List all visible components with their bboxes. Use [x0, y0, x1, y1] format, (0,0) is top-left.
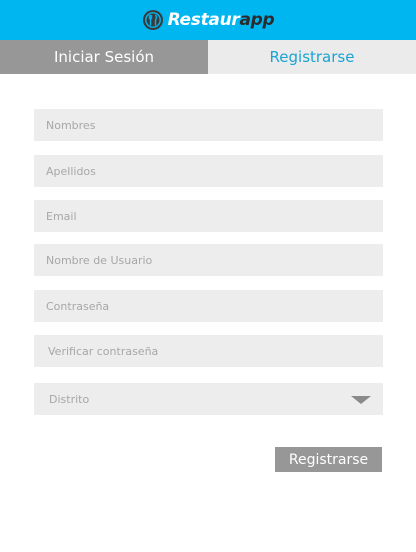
tab-registrarse[interactable]: Registrarse: [208, 40, 416, 74]
apellidos-input[interactable]: [34, 155, 383, 187]
chevron-down-icon: [351, 396, 371, 404]
auth-tabs: Iniciar Sesión Registrarse: [0, 40, 416, 74]
app-header: Restaurapp: [0, 0, 416, 40]
fork-knife-plate-icon: [142, 10, 163, 30]
restaurapp-logo: Restaurapp: [142, 9, 275, 31]
logo-text: Restaurapp: [167, 9, 275, 30]
logo-text-part1: Restaur: [167, 9, 240, 30]
verify-password-input[interactable]: [34, 335, 383, 367]
district-select[interactable]: Distrito: [34, 383, 383, 415]
username-input[interactable]: [34, 244, 383, 276]
email-input[interactable]: [34, 200, 383, 232]
district-label: Distrito: [49, 392, 90, 406]
tab-iniciar-sesion[interactable]: Iniciar Sesión: [0, 40, 208, 74]
nombres-input[interactable]: [34, 109, 383, 141]
logo-text-part2: app: [239, 9, 275, 30]
register-button[interactable]: Registrarse: [275, 447, 382, 472]
password-input[interactable]: [34, 290, 383, 322]
